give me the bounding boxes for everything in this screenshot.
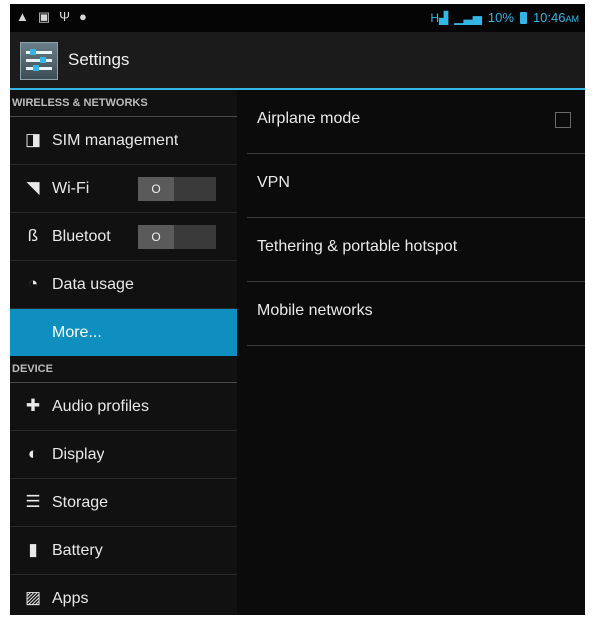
battery-icon: ▮ bbox=[28, 540, 38, 559]
status-bar: ▲ ▣ Ψ ● H▟ ▁▃▅ 10% 10:46AM bbox=[10, 4, 585, 32]
sidebar-item-sim-management[interactable]: ◨ SIM management bbox=[10, 117, 237, 165]
image-icon: ▣ bbox=[37, 9, 51, 24]
sidebar-item-display[interactable]: ◐ Display bbox=[10, 431, 237, 479]
network-type-icon: H▟ bbox=[430, 10, 449, 25]
system-icons: H▟ ▁▃▅ 10% 10:46AM bbox=[430, 10, 579, 25]
storage-icon: ☰ bbox=[25, 492, 41, 511]
clock: 10:46AM bbox=[532, 10, 579, 25]
settings-sidebar: WIRELESS & NETWORKS ◨ SIM management ◥ W… bbox=[10, 90, 237, 615]
sidebar-item-storage[interactable]: ☰ Storage bbox=[10, 479, 237, 527]
wifi-icon: ◥ bbox=[26, 178, 40, 197]
android-icon: ● bbox=[79, 9, 87, 24]
airplane-mode-checkbox[interactable] bbox=[555, 112, 571, 128]
sidebar-item-battery[interactable]: ▮ Battery bbox=[10, 527, 237, 575]
display-icon: ◐ bbox=[27, 444, 39, 463]
battery-percent: 10% bbox=[487, 10, 514, 25]
apps-icon: ▨ bbox=[24, 588, 42, 607]
sidebar-item-bluetooth[interactable]: ß Bluetoot O bbox=[10, 213, 237, 261]
data-usage-icon: ◔ bbox=[27, 274, 39, 293]
section-header-device: DEVICE bbox=[10, 356, 237, 383]
sidebar-item-more[interactable]: More... bbox=[10, 309, 237, 356]
airplane-mode-item[interactable]: Airplane mode bbox=[247, 90, 585, 154]
settings-detail-pane: Airplane mode VPN Tethering & portable h… bbox=[237, 90, 585, 615]
sidebar-item-data-usage[interactable]: ◔ Data usage bbox=[10, 261, 237, 309]
warning-icon: ▲ bbox=[16, 9, 29, 24]
usb-icon: Ψ bbox=[59, 9, 71, 24]
wifi-toggle[interactable]: O bbox=[138, 177, 216, 201]
signal-icon: ▁▃▅ bbox=[454, 10, 482, 25]
tethering-hotspot-item[interactable]: Tethering & portable hotspot bbox=[247, 218, 585, 282]
bluetooth-icon: ß bbox=[27, 226, 39, 245]
sidebar-item-audio-profiles[interactable]: ✚ Audio profiles bbox=[10, 383, 237, 431]
tablet-screen: ▲ ▣ Ψ ● H▟ ▁▃▅ 10% 10:46AM Settings WIRE… bbox=[10, 4, 585, 615]
battery-status-icon bbox=[519, 11, 527, 24]
page-title: Settings bbox=[68, 50, 130, 69]
vpn-item[interactable]: VPN bbox=[247, 154, 585, 218]
settings-app-icon[interactable] bbox=[20, 42, 58, 80]
sidebar-item-wifi[interactable]: ◥ Wi-Fi O bbox=[10, 165, 237, 213]
notification-icons: ▲ ▣ Ψ ● bbox=[16, 10, 87, 24]
audio-profiles-icon: ✚ bbox=[25, 396, 41, 415]
sidebar-item-apps[interactable]: ▨ Apps bbox=[10, 575, 237, 615]
section-header-wireless: WIRELESS & NETWORKS bbox=[10, 90, 237, 117]
bluetooth-toggle[interactable]: O bbox=[138, 225, 216, 249]
action-bar: Settings bbox=[10, 32, 585, 90]
mobile-networks-item[interactable]: Mobile networks bbox=[247, 282, 585, 346]
sim-icon: ◨ bbox=[24, 130, 42, 149]
